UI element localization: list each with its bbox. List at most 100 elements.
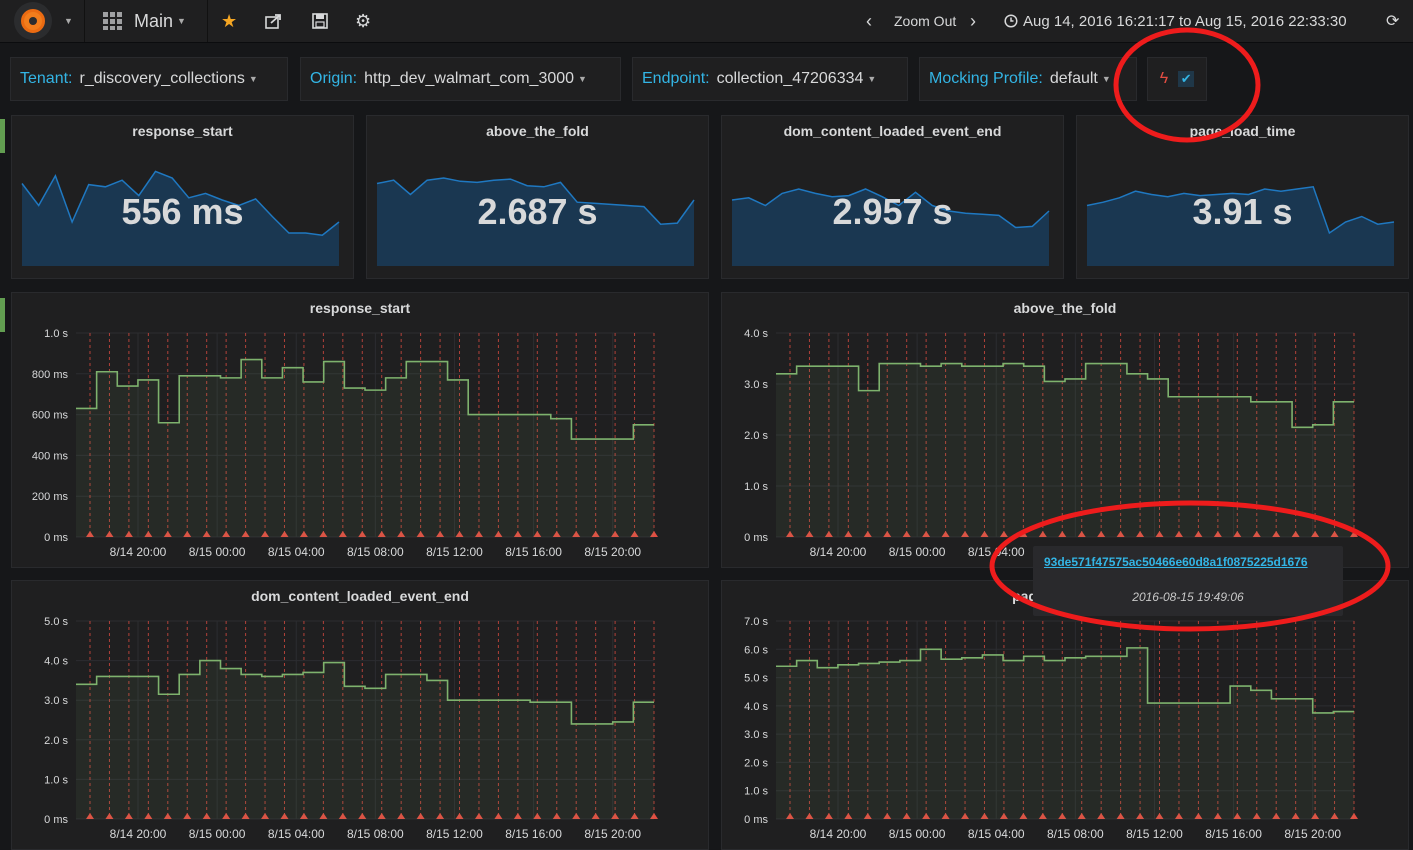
y-tick-label: 2.0 s xyxy=(744,430,768,442)
singlestat-page-load-time[interactable]: page_load_time 3.91 s xyxy=(1076,115,1409,279)
y-tick-label: 5.0 s xyxy=(44,616,68,628)
y-tick-label: 1.0 s xyxy=(744,481,768,493)
x-tick-label: 8/15 00:00 xyxy=(889,827,946,841)
settings-gear-icon[interactable]: ⚙ xyxy=(355,0,371,42)
lightning-bolt-icon: ϟ xyxy=(1159,70,1169,87)
y-tick-label: 4.0 s xyxy=(44,656,68,668)
y-tick-label: 4.0 s xyxy=(744,701,768,713)
x-tick-label: 8/15 04:00 xyxy=(968,827,1025,841)
x-tick-label: 8/15 08:00 xyxy=(347,545,404,559)
graph-response-start[interactable]: response_start 1.0 s 800 ms 600 ms 400 ms 20… xyxy=(11,292,709,568)
x-tick-label: 8/14 20:00 xyxy=(110,545,167,559)
x-tick-label: 8/15 20:00 xyxy=(584,545,641,559)
annotation-checkbox[interactable]: ✔ xyxy=(1178,71,1195,87)
y-tick-label: 400 ms xyxy=(32,450,69,462)
x-tick-label: 8/15 04:00 xyxy=(268,827,325,841)
y-tick-label: 200 ms xyxy=(32,491,69,503)
y-tick-label: 0 ms xyxy=(44,814,68,826)
y-tick-label: 4.0 s xyxy=(744,328,768,340)
mocking-profile-label: Mocking Profile: xyxy=(929,70,1043,87)
y-tick-label: 0 ms xyxy=(744,814,768,826)
x-tick-label: 8/14 20:00 xyxy=(810,827,867,841)
logo-caret-icon[interactable]: ▼ xyxy=(60,0,73,42)
annotations-toggle[interactable]: ϟ ✔ xyxy=(1147,57,1207,101)
commit-link[interactable]: 93de571f47575ac50466e60d8a1f0875225d1676 xyxy=(1044,555,1308,569)
row-marker-1[interactable] xyxy=(0,119,5,153)
x-tick-label: 8/15 20:00 xyxy=(584,827,641,841)
graph-canvas[interactable]: 1.0 s 800 ms 600 ms 400 ms 200 ms 0 ms 8/14 20… xyxy=(12,293,708,567)
mocking-profile-variable[interactable]: Mocking Profile: default ▼ xyxy=(919,57,1137,101)
y-tick-label: 2.0 s xyxy=(744,757,768,769)
x-tick-label: 8/15 20:00 xyxy=(1284,827,1341,841)
tenant-value: r_discovery_collections xyxy=(79,70,245,87)
annotation-tooltip: 93de571f47575ac50466e60d8a1f0875225d1676… xyxy=(1033,546,1343,616)
singlestat-value: 556 ms xyxy=(121,191,244,232)
series-fill xyxy=(76,660,654,819)
top-navbar: ▼ Main ▼ ★ ⚙ ‹ Zoom Out › Aug 14, 2016 1… xyxy=(0,0,1413,43)
tenant-label: Tenant: xyxy=(20,70,73,87)
zoom-back-chevron-icon[interactable]: ‹ xyxy=(866,0,872,42)
x-tick-label: 8/15 12:00 xyxy=(426,827,483,841)
y-tick-label: 3.0 s xyxy=(44,695,68,707)
y-tick-label: 3.0 s xyxy=(744,729,768,741)
star-icon[interactable]: ★ xyxy=(221,0,237,42)
y-tick-label: 1.0 s xyxy=(44,774,68,786)
y-tick-label: 800 ms xyxy=(32,369,69,381)
x-tick-label: 8/15 04:00 xyxy=(268,545,325,559)
x-tick-label: 8/14 20:00 xyxy=(810,545,867,559)
dashboard-grid-icon xyxy=(103,12,122,30)
dashboard-caret-icon: ▼ xyxy=(177,16,186,26)
refresh-icon[interactable]: ⟳ xyxy=(1386,0,1399,42)
singlestat-response-start[interactable]: response_start 556 ms xyxy=(11,115,354,279)
x-tick-label: 8/15 16:00 xyxy=(505,545,562,559)
y-tick-label: 1.0 s xyxy=(44,328,68,340)
tenant-variable[interactable]: Tenant: r_discovery_collections ▼ xyxy=(10,57,288,101)
x-tick-label: 8/15 00:00 xyxy=(889,545,946,559)
save-icon[interactable] xyxy=(312,0,328,42)
endpoint-variable[interactable]: Endpoint: collection_47206334 ▼ xyxy=(632,57,908,101)
y-tick-label: 0 ms xyxy=(744,532,768,544)
y-tick-label: 6.0 s xyxy=(744,644,768,656)
series-fill xyxy=(776,647,1354,819)
time-picker[interactable]: Aug 14, 2016 16:21:17 to Aug 15, 2016 22… xyxy=(1004,0,1347,42)
grafana-logo-icon[interactable] xyxy=(14,2,52,40)
clock-icon xyxy=(1004,14,1018,28)
graph-canvas[interactable]: 4.0 s 3.0 s 2.0 s 1.0 s 0 ms 8/14 20:00 8/15 0… xyxy=(722,293,1408,567)
time-range-label: Aug 14, 2016 16:21:17 to Aug 15, 2016 22… xyxy=(1023,12,1347,30)
share-icon[interactable] xyxy=(265,0,283,42)
y-tick-label: 600 ms xyxy=(32,410,69,422)
origin-label: Origin: xyxy=(310,70,358,87)
x-tick-label: 8/15 16:00 xyxy=(1205,827,1262,841)
x-tick-label: 8/15 08:00 xyxy=(347,827,404,841)
singlestat-value: 3.91 s xyxy=(1192,191,1293,232)
origin-value: http_dev_walmart_com_3000 xyxy=(364,70,575,87)
graph-page-load-time[interactable]: page_load_time 7.0 s6.0 s5.0 s4.0 s3.0 s… xyxy=(721,580,1409,850)
graph-canvas[interactable]: 7.0 s 6.0 s 5.0 s 4.0 s 3.0 s 2.0 s 1.0 s 0 ms 8… xyxy=(722,581,1408,849)
graph-above-the-fold[interactable]: above_the_fold 4.0 s 3.0 s 2.0 s 1.0 s0 ms 8… xyxy=(721,292,1409,568)
origin-variable[interactable]: Origin: http_dev_walmart_com_3000 ▼ xyxy=(300,57,621,101)
graph-dom-content-loaded[interactable]: dom_content_loaded_event_end 5.0 s 4.0 s3… xyxy=(11,580,709,850)
mocking-profile-value: default xyxy=(1049,70,1098,87)
graph-canvas[interactable]: 5.0 s 4.0 s 3.0 s 2.0 s 1.0 s 0 ms 8/14 20:00 8… xyxy=(12,581,708,849)
singlestat-value: 2.957 s xyxy=(832,191,953,232)
singlestat-dom-content-loaded[interactable]: dom_content_loaded_event_end 2.957 s xyxy=(721,115,1064,279)
zoom-forward-chevron-icon[interactable]: › xyxy=(970,0,976,42)
zoom-out-button[interactable]: Zoom Out xyxy=(894,0,956,42)
y-tick-label: 7.0 s xyxy=(744,616,768,628)
dashboard-picker[interactable]: Main ▼ xyxy=(102,0,186,42)
singlestat-above-the-fold[interactable]: above_the_fold 2.687 s xyxy=(366,115,709,279)
y-tick-label: 2.0 s xyxy=(44,735,68,747)
dashboard-title: Main xyxy=(134,10,174,31)
y-tick-label: 0 ms xyxy=(44,532,68,544)
x-tick-label: 8/15 12:00 xyxy=(1126,827,1183,841)
x-tick-label: 8/15 16:00 xyxy=(505,827,562,841)
x-tick-label: 8/15 12:00 xyxy=(426,545,483,559)
endpoint-label: Endpoint: xyxy=(642,70,710,87)
row-marker-2[interactable] xyxy=(0,298,5,332)
x-tick-label: 8/15 04:00 xyxy=(968,545,1025,559)
annotation-time: 2016-08-15 19:49:06 xyxy=(1132,590,1244,604)
y-tick-label: 3.0 s xyxy=(744,379,768,391)
x-tick-label: 8/15 00:00 xyxy=(189,545,246,559)
y-tick-label: 5.0 s xyxy=(744,673,768,685)
singlestat-value: 2.687 s xyxy=(477,191,598,232)
